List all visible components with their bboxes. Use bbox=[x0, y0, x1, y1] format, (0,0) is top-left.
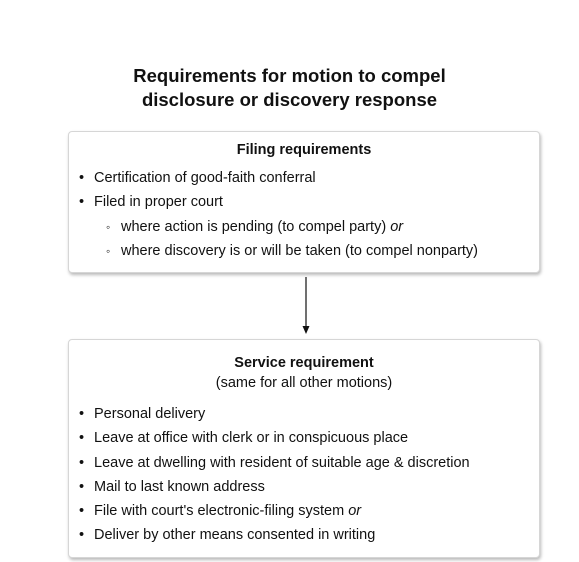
service-heading: Service requirement bbox=[234, 355, 374, 371]
filing-subitem: where discovery is or will be taken (to … bbox=[69, 239, 478, 264]
service-item: File with court's electronic-filing syst… bbox=[69, 499, 470, 524]
filing-requirements-box: Filing requirements Certification of goo… bbox=[68, 131, 540, 273]
service-item: Leave at dwelling with resident of suita… bbox=[69, 451, 470, 476]
service-item: Mail to last known address bbox=[69, 475, 470, 500]
filing-heading: Filing requirements bbox=[236, 142, 372, 158]
filing-subitem-emphasis: or bbox=[390, 218, 404, 235]
down-arrow-connector bbox=[302, 277, 310, 334]
diagram-title: Requirements for motion to compel disclo… bbox=[0, 64, 579, 112]
filing-subitem: where action is pending (to compel party… bbox=[69, 215, 478, 240]
service-item: Leave at office with clerk or in conspic… bbox=[69, 426, 470, 451]
filing-item: Certification of good-faith conferral bbox=[69, 166, 478, 191]
service-requirement-box: Service requirement (same for all other … bbox=[68, 339, 540, 558]
title-line-1: Requirements for motion to compel bbox=[133, 65, 446, 86]
service-list: Personal delivery Leave at office with c… bbox=[69, 402, 470, 548]
service-item: Deliver by other means consented in writ… bbox=[69, 523, 470, 548]
filing-subitem-text: where action is pending (to compel party… bbox=[121, 218, 387, 235]
filing-item: Filed in proper court bbox=[69, 190, 478, 215]
service-item-text: File with court's electronic-filing syst… bbox=[94, 503, 345, 520]
service-item: Personal delivery bbox=[69, 402, 470, 427]
service-item-emphasis: or bbox=[348, 503, 362, 520]
filing-list: Certification of good-faith conferral Fi… bbox=[69, 166, 478, 263]
title-line-2: disclosure or discovery response bbox=[141, 89, 438, 110]
service-subheading: (same for all other motions) bbox=[215, 375, 393, 391]
